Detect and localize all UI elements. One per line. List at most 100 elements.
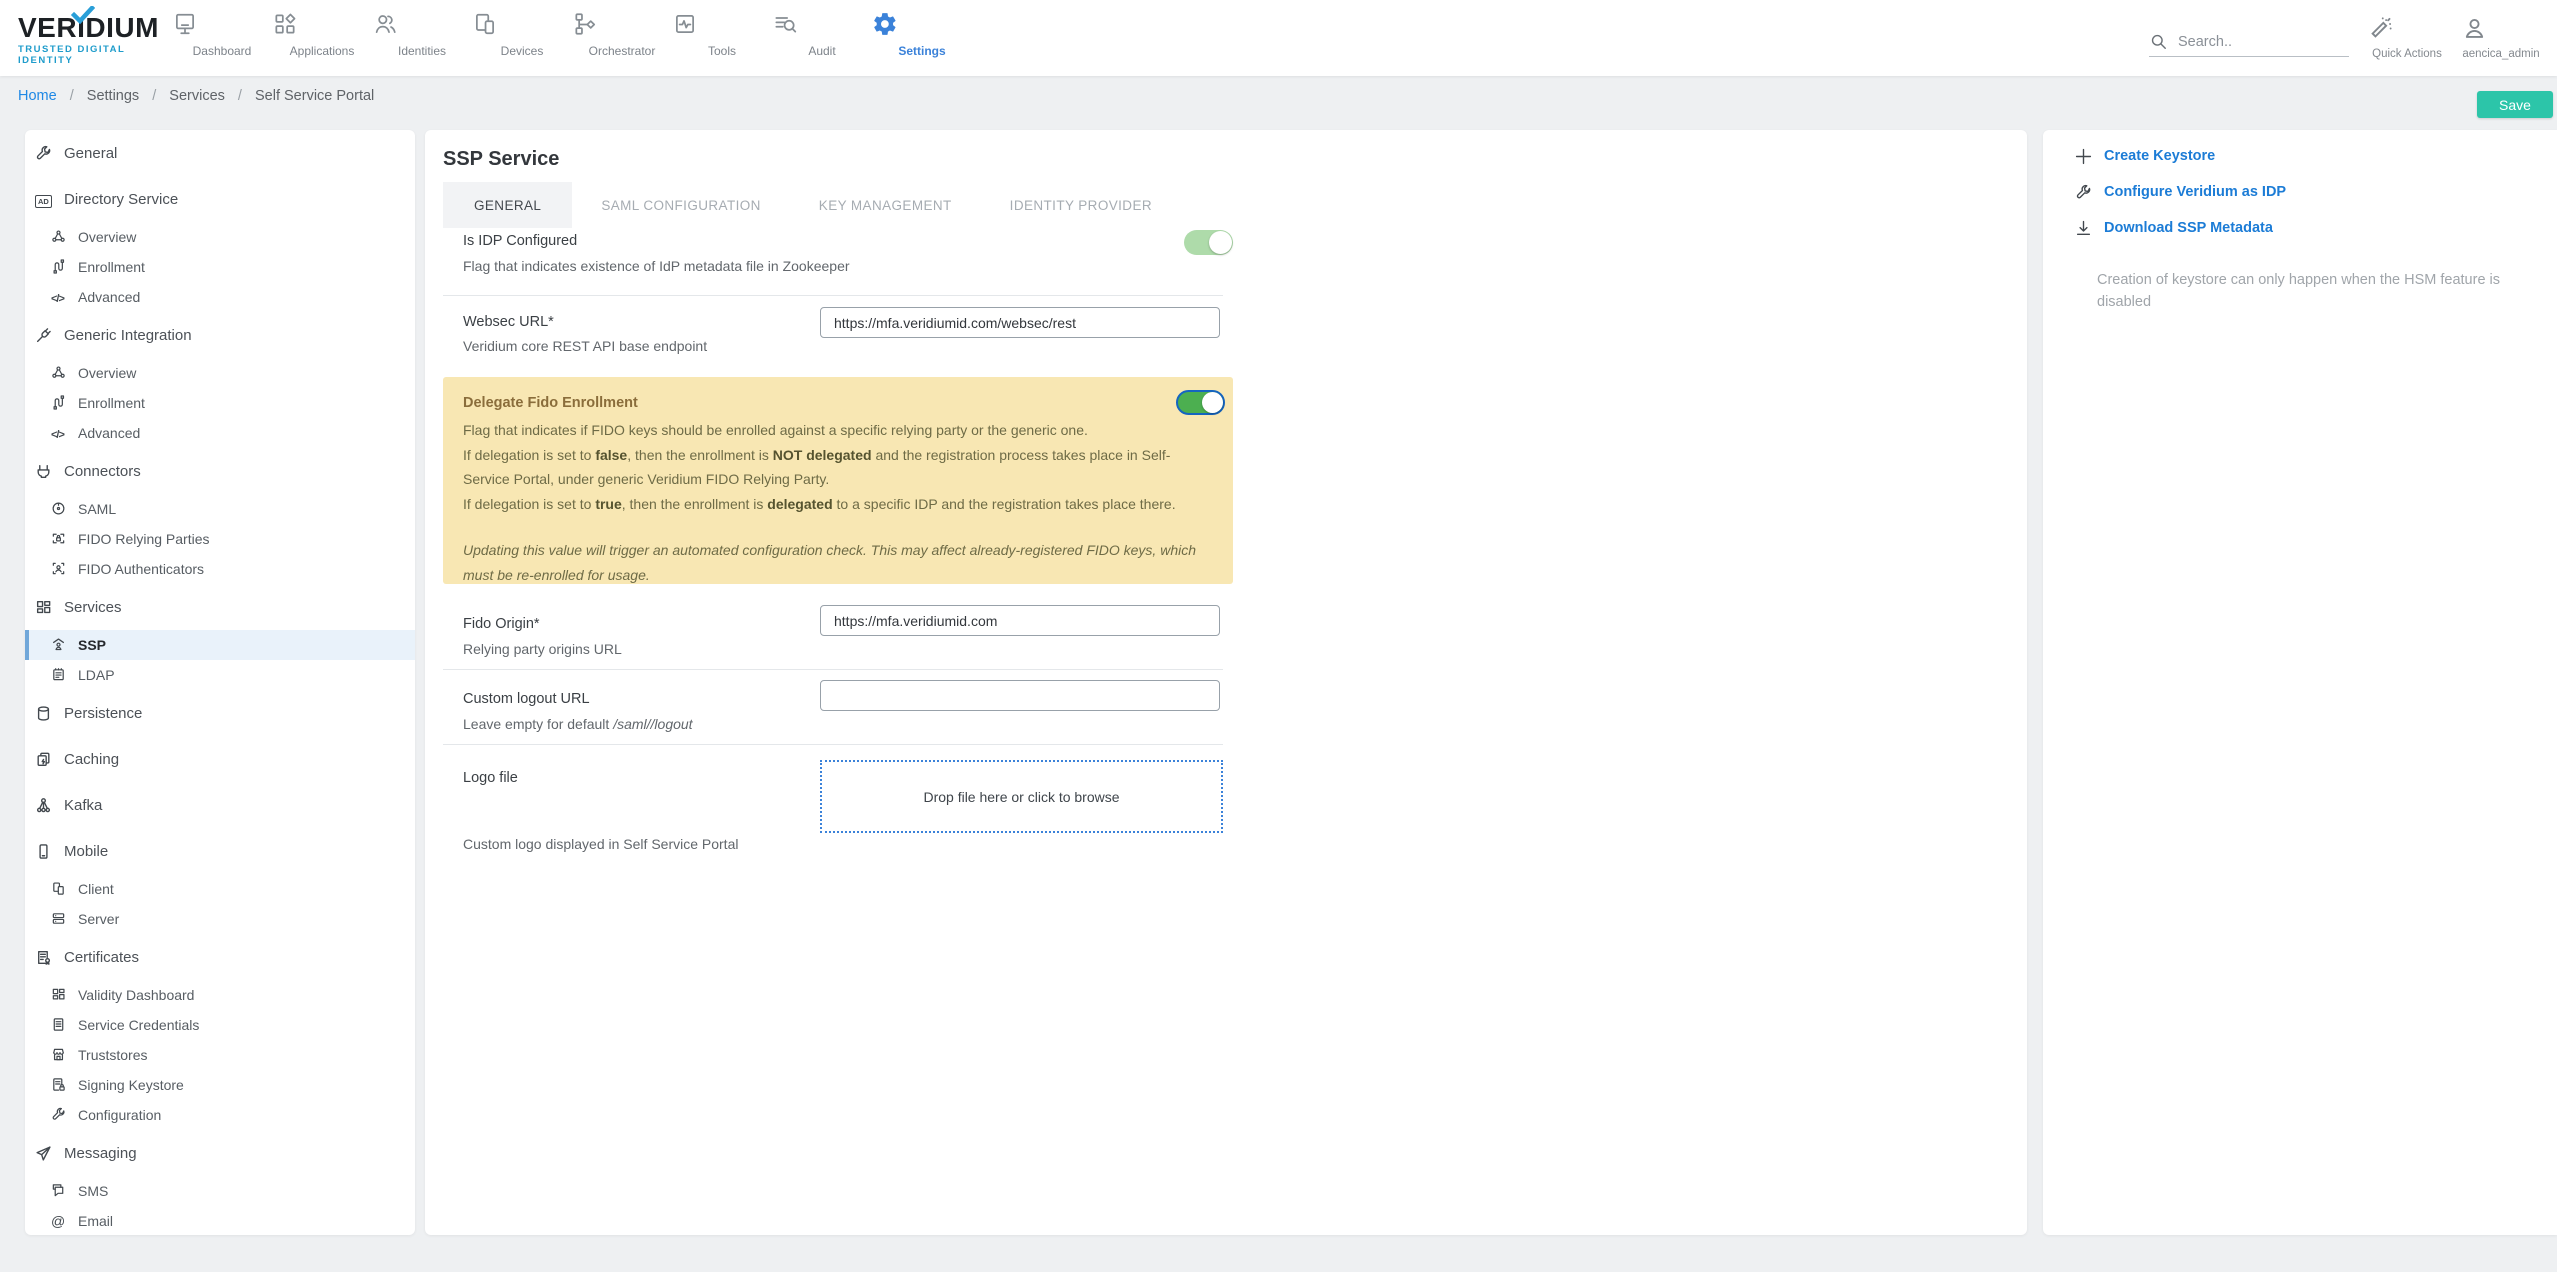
download-ssp-metadata-link[interactable]: Download SSP Metadata (2043, 216, 2557, 240)
sidebar-item-caching[interactable]: Caching (25, 744, 415, 774)
sidebar-item-directory-overview[interactable]: Overview (25, 222, 415, 252)
configure-veridium-as-idp-link[interactable]: Configure Veridium as IDP (2043, 180, 2557, 204)
sidebar-item-mobile-server[interactable]: Server (25, 904, 415, 934)
sidebar-item-directory-service[interactable]: AD Directory Service (25, 184, 415, 214)
websec-url-label: Websec URL* (463, 314, 554, 330)
sidebar-item-directory-advanced[interactable]: </> Advanced (25, 282, 415, 312)
sidebar-item-fido-authenticators[interactable]: FIDO Authenticators (25, 554, 415, 584)
sidebar-item-generic-advanced[interactable]: </> Advanced (25, 418, 415, 448)
link-label: Create Keystore (2104, 148, 2216, 164)
nav-item-settings[interactable]: Settings (872, 0, 972, 76)
username-label: aencica_admin (2462, 48, 2540, 60)
flow-icon (51, 394, 68, 412)
sidebar-item-certificates[interactable]: Certificates (25, 942, 415, 972)
person-home-icon (51, 637, 68, 654)
sidebar-item-saml[interactable]: SAML (25, 494, 415, 524)
fido-origin-description: Relying party origins URL (463, 641, 622, 657)
wrench-icon (2075, 184, 2092, 201)
custom-logout-url-description: Leave empty for default /saml//logout (463, 716, 693, 732)
sidebar-item-label: SAML (78, 501, 117, 517)
store-icon (51, 1047, 68, 1064)
sidebar-item-ssp[interactable]: SSP (25, 630, 415, 660)
sidebar-item-ldap[interactable]: LDAP (25, 660, 415, 690)
create-keystore-link[interactable]: Create Keystore (2043, 144, 2557, 168)
nav-item-identities[interactable]: Identities (372, 0, 472, 76)
sidebar-item-fido-relying-parties[interactable]: FIDO Relying Parties (25, 524, 415, 554)
breadcrumb-services[interactable]: Services (169, 88, 225, 104)
nav-item-tools[interactable]: Tools (672, 0, 772, 76)
sidebar-item-label: Client (78, 881, 114, 897)
nav-label: Identities (397, 44, 447, 58)
nav-item-dashboard[interactable]: Dashboard (172, 0, 272, 76)
sidebar-item-label: Email (78, 1213, 114, 1229)
sidebar-item-configuration[interactable]: Configuration (25, 1100, 415, 1130)
sidebar-item-generic-overview[interactable]: Overview (25, 358, 415, 388)
fido-origin-input[interactable] (820, 605, 1220, 636)
grid-icon (51, 987, 68, 1004)
tab-identity-provider[interactable]: IDENTITY PROVIDER (981, 182, 1181, 228)
breadcrumb-settings[interactable]: Settings (87, 88, 139, 104)
sidebar-item-label: Advanced (78, 289, 141, 305)
sidebar-item-truststores[interactable]: Truststores (25, 1040, 415, 1070)
sidebar-item-connectors[interactable]: Connectors (25, 456, 415, 486)
sidebar-item-kafka[interactable]: Kafka (25, 790, 415, 820)
code-icon: </> (51, 428, 65, 441)
sidebar-item-directory-enrollment[interactable]: Enrollment (25, 252, 415, 282)
address-book-icon (51, 667, 68, 684)
user-menu[interactable]: aencica_admin (2461, 15, 2541, 60)
logo-file-dropzone[interactable]: Drop file here or click to browse (820, 760, 1223, 833)
save-button[interactable]: Save (2477, 91, 2553, 118)
document-icon (51, 1017, 68, 1034)
description-text: , then the enrollment is (621, 495, 768, 512)
gear-icon (872, 11, 972, 37)
main-menu: Dashboard Applications Identities Device… (172, 0, 972, 76)
sidebar-item-signing-keystore[interactable]: Signing Keystore (25, 1070, 415, 1100)
sidebar-item-label: Directory Service (64, 190, 179, 208)
global-search (2149, 27, 2349, 57)
section-divider (443, 669, 1223, 670)
tab-general[interactable]: GENERAL (443, 182, 573, 228)
sidebar-item-messaging[interactable]: Messaging (25, 1138, 415, 1168)
quick-actions-button[interactable]: Quick Actions (2367, 15, 2447, 60)
sidebar-item-persistence[interactable]: Persistence (25, 698, 415, 728)
websec-url-input[interactable] (820, 307, 1220, 338)
tab-key-management[interactable]: KEY MANAGEMENT (790, 182, 981, 228)
description-bold: NOT delegated (772, 446, 872, 463)
sidebar-item-mobile-client[interactable]: Client (25, 874, 415, 904)
breadcrumb-separator: / (237, 88, 242, 105)
code-icon: </> (51, 292, 65, 305)
custom-logout-url-input[interactable] (820, 680, 1220, 711)
description-text: If delegation is set to (463, 446, 596, 463)
sidebar-item-generic-enrollment[interactable]: Enrollment (25, 388, 415, 418)
nav-label: Devices (500, 44, 544, 58)
delegate-fido-enrollment-toggle[interactable] (1176, 390, 1225, 415)
sidebar-item-mobile[interactable]: Mobile (25, 836, 415, 866)
top-navigation-bar: VERIDIUM TRUSTED DIGITAL IDENTITY Dashbo… (0, 0, 2557, 76)
breadcrumb-home-link[interactable]: Home (18, 88, 57, 104)
document-lock-icon (51, 1077, 68, 1094)
disc-icon (51, 501, 68, 518)
nav-item-orchestrator[interactable]: Orchestrator (572, 0, 672, 76)
nav-item-applications[interactable]: Applications (272, 0, 372, 76)
sidebar-item-label: Signing Keystore (78, 1077, 184, 1093)
sidebar-item-services[interactable]: Services (25, 592, 415, 622)
sidebar-item-service-credentials[interactable]: Service Credentials (25, 1010, 415, 1040)
tab-saml-configuration[interactable]: SAML CONFIGURATION (572, 182, 789, 228)
quick-actions-label: Quick Actions (2372, 48, 2442, 60)
sidebar-item-sms[interactable]: SMS (25, 1176, 415, 1206)
description-line1: Flag that indicates if FIDO keys should … (463, 422, 1088, 438)
search-input[interactable] (2178, 33, 2338, 50)
sidebar-item-general[interactable]: General (25, 138, 415, 168)
at-sign-icon: @ (51, 1212, 66, 1229)
sidebar-item-email[interactable]: @ Email (25, 1206, 415, 1235)
nav-item-audit[interactable]: Audit (772, 0, 872, 76)
nav-item-devices[interactable]: Devices (472, 0, 572, 76)
sidebar-item-validity-dashboard[interactable]: Validity Dashboard (25, 980, 415, 1010)
sidebar-item-generic-integration[interactable]: Generic Integration (25, 320, 415, 350)
is-idp-configured-toggle[interactable] (1184, 230, 1233, 255)
veridium-logo[interactable]: VERIDIUM TRUSTED DIGITAL IDENTITY (18, 6, 178, 66)
certificate-icon (35, 949, 52, 966)
sidebar-item-label: Service Credentials (78, 1017, 200, 1033)
sidebar-item-label: Caching (64, 750, 120, 768)
apps-grid-icon (272, 11, 372, 37)
